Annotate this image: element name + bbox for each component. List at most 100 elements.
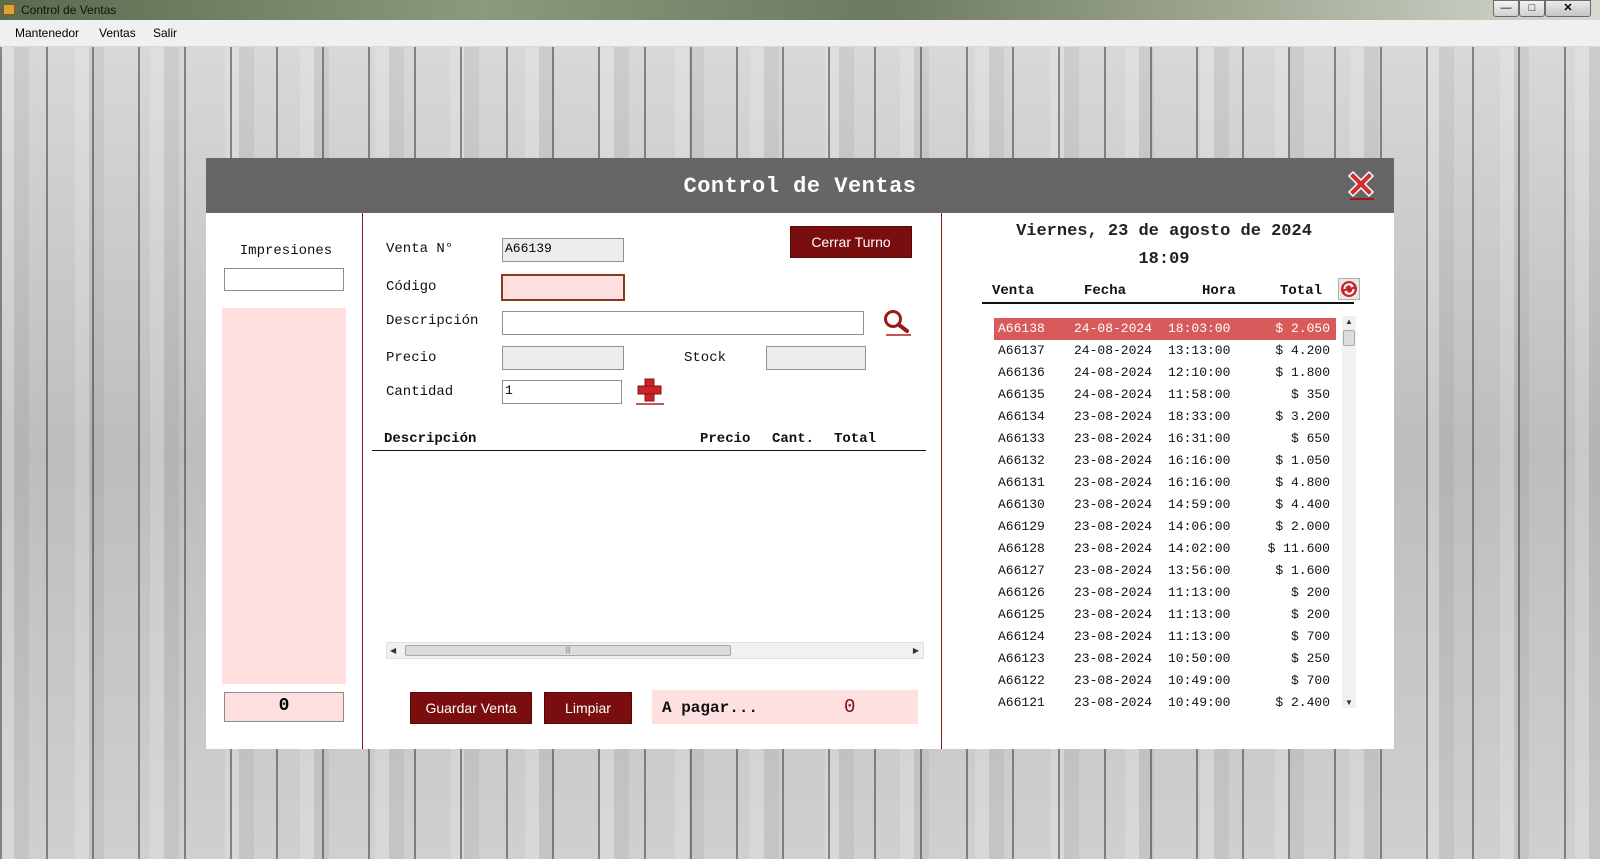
sale-fecha: 23-08-2024 bbox=[1074, 541, 1153, 556]
dialog-header: Control de Ventas bbox=[206, 158, 1394, 213]
items-list[interactable] bbox=[372, 452, 926, 638]
sale-fecha: 23-08-2024 bbox=[1074, 453, 1153, 468]
sale-total: $ 700 bbox=[1290, 629, 1330, 644]
sale-venta: A66123 bbox=[998, 651, 1045, 666]
items-header-precio: Precio bbox=[700, 431, 751, 447]
sales-row[interactable]: A66132 23-08-2024 16:16:00 $ 1.050 bbox=[994, 450, 1336, 472]
impresiones-label: Impresiones bbox=[239, 243, 333, 259]
sales-row[interactable]: A66133 23-08-2024 16:31:00 $ 650 bbox=[994, 428, 1336, 450]
sale-total: $ 1.600 bbox=[1275, 563, 1330, 578]
menu-ventas[interactable]: Ventas bbox=[99, 26, 136, 40]
sale-fecha: 23-08-2024 bbox=[1074, 475, 1153, 490]
sales-row[interactable]: A66134 23-08-2024 18:33:00 $ 3.200 bbox=[994, 406, 1336, 428]
scroll-down-icon[interactable]: ▼ bbox=[1345, 698, 1353, 707]
guardar-venta-button[interactable]: Guardar Venta bbox=[410, 692, 532, 724]
cantidad-input[interactable]: 1 bbox=[502, 380, 622, 404]
sale-hora: 10:49:00 bbox=[1168, 673, 1231, 688]
sale-venta: A66128 bbox=[998, 541, 1045, 556]
sale-hora: 11:58:00 bbox=[1168, 387, 1231, 402]
close-icon[interactable] bbox=[1344, 168, 1378, 202]
descripcion-label: Descripción bbox=[386, 313, 479, 329]
sales-header-hora: Hora bbox=[1202, 283, 1236, 299]
impresiones-input[interactable] bbox=[224, 268, 344, 291]
cerrar-turno-button[interactable]: Cerrar Turno bbox=[790, 226, 912, 258]
sale-venta: A66129 bbox=[998, 519, 1045, 534]
refresh-icon[interactable] bbox=[1338, 278, 1360, 300]
sale-fecha: 23-08-2024 bbox=[1074, 629, 1153, 644]
codigo-input[interactable] bbox=[501, 274, 625, 301]
sales-row[interactable]: A66135 24-08-2024 11:58:00 $ 350 bbox=[994, 384, 1336, 406]
sales-header-venta: Venta bbox=[992, 283, 1035, 299]
sales-row[interactable]: A66130 23-08-2024 14:59:00 $ 4.400 bbox=[994, 494, 1336, 516]
sale-hora: 16:16:00 bbox=[1168, 475, 1231, 490]
sales-row[interactable]: A66138 24-08-2024 18:03:00 $ 2.050 bbox=[994, 318, 1336, 340]
sales-dialog: Control de Ventas Impresiones 0 Venta N°… bbox=[206, 158, 1394, 749]
search-icon[interactable] bbox=[882, 308, 912, 336]
sale-hora: 11:13:00 bbox=[1168, 585, 1231, 600]
sale-total: $ 2.400 bbox=[1275, 695, 1330, 710]
descripcion-input[interactable] bbox=[502, 311, 864, 335]
sale-fecha: 23-08-2024 bbox=[1074, 497, 1153, 512]
sale-hora: 10:49:00 bbox=[1168, 695, 1231, 710]
sale-fecha: 23-08-2024 bbox=[1074, 563, 1153, 578]
items-header-cant: Cant. bbox=[772, 431, 815, 447]
sales-row[interactable]: A66131 23-08-2024 16:16:00 $ 4.800 bbox=[994, 472, 1336, 494]
impresiones-list[interactable] bbox=[222, 308, 346, 684]
sale-venta: A66122 bbox=[998, 673, 1045, 688]
sales-row[interactable]: A66137 24-08-2024 13:13:00 $ 4.200 bbox=[994, 340, 1336, 362]
scroll-thumb[interactable]: ||| bbox=[405, 645, 731, 656]
sale-fecha: 23-08-2024 bbox=[1074, 651, 1153, 666]
window-titlebar: Control de Ventas — □ ✕ bbox=[0, 0, 1600, 20]
sale-total: $ 350 bbox=[1290, 387, 1330, 402]
window-close-button[interactable]: ✕ bbox=[1545, 0, 1591, 17]
limpiar-button[interactable]: Limpiar bbox=[544, 692, 632, 724]
sale-fecha: 23-08-2024 bbox=[1074, 409, 1153, 424]
sales-row[interactable]: A66125 23-08-2024 11:13:00 $ 200 bbox=[994, 604, 1336, 626]
scroll-right-icon[interactable]: ▶ bbox=[913, 646, 919, 655]
sale-total: $ 250 bbox=[1290, 651, 1330, 666]
items-header-rule bbox=[372, 450, 926, 451]
sales-row[interactable]: A66123 23-08-2024 10:50:00 $ 250 bbox=[994, 648, 1336, 670]
sale-total: $ 200 bbox=[1290, 585, 1330, 600]
vscroll-thumb[interactable] bbox=[1343, 330, 1355, 346]
sale-hora: 11:13:00 bbox=[1168, 607, 1231, 622]
stock-field bbox=[766, 346, 866, 370]
sale-venta: A66126 bbox=[998, 585, 1045, 600]
sale-fecha: 23-08-2024 bbox=[1074, 695, 1153, 710]
sales-vscrollbar[interactable]: ▲ ▼ bbox=[1342, 316, 1356, 708]
a-pagar-label: A pagar... bbox=[662, 699, 759, 717]
sale-total: $ 650 bbox=[1290, 431, 1330, 446]
sales-row[interactable]: A66129 23-08-2024 14:06:00 $ 2.000 bbox=[994, 516, 1336, 538]
sale-total: $ 700 bbox=[1290, 673, 1330, 688]
sale-venta: A66132 bbox=[998, 453, 1045, 468]
menu-bar: Mantenedor Ventas Salir bbox=[0, 20, 1600, 47]
sales-list[interactable]: A66138 24-08-2024 18:03:00 $ 2.050 A66137 24-… bbox=[994, 318, 1336, 711]
add-icon[interactable] bbox=[634, 376, 666, 406]
menu-mantenedor[interactable]: Mantenedor bbox=[15, 26, 79, 40]
items-hscrollbar[interactable]: ◀ ||| ▶ bbox=[386, 642, 924, 659]
sales-row[interactable]: A66136 24-08-2024 12:10:00 $ 1.800 bbox=[994, 362, 1336, 384]
sale-hora: 14:06:00 bbox=[1168, 519, 1231, 534]
sale-venta: A66125 bbox=[998, 607, 1045, 622]
sales-row[interactable]: A66124 23-08-2024 11:13:00 $ 700 bbox=[994, 626, 1336, 648]
sales-header-fecha: Fecha bbox=[1084, 283, 1127, 299]
sale-fecha: 24-08-2024 bbox=[1074, 365, 1153, 380]
sale-fecha: 23-08-2024 bbox=[1074, 607, 1153, 622]
menu-salir[interactable]: Salir bbox=[153, 26, 177, 40]
sale-hora: 14:02:00 bbox=[1168, 541, 1231, 556]
items-header-total: Total bbox=[834, 431, 877, 447]
sales-row[interactable]: A66127 23-08-2024 13:56:00 $ 1.600 bbox=[994, 560, 1336, 582]
maximize-button[interactable]: □ bbox=[1519, 0, 1545, 17]
sale-fecha: 24-08-2024 bbox=[1074, 343, 1153, 358]
sales-row[interactable]: A66121 23-08-2024 10:49:00 $ 2.400 bbox=[994, 692, 1336, 711]
sales-row[interactable]: A66128 23-08-2024 14:02:00 $ 11.600 bbox=[994, 538, 1336, 560]
sales-row[interactable]: A66126 23-08-2024 11:13:00 $ 200 bbox=[994, 582, 1336, 604]
sale-venta: A66134 bbox=[998, 409, 1045, 424]
divider-right bbox=[941, 213, 942, 749]
sales-row[interactable]: A66122 23-08-2024 10:49:00 $ 700 bbox=[994, 670, 1336, 692]
scroll-up-icon[interactable]: ▲ bbox=[1345, 317, 1353, 326]
minimize-button[interactable]: — bbox=[1493, 0, 1519, 17]
sales-header-total: Total bbox=[1280, 283, 1323, 299]
scroll-left-icon[interactable]: ◀ bbox=[390, 646, 396, 655]
sale-fecha: 23-08-2024 bbox=[1074, 519, 1153, 534]
